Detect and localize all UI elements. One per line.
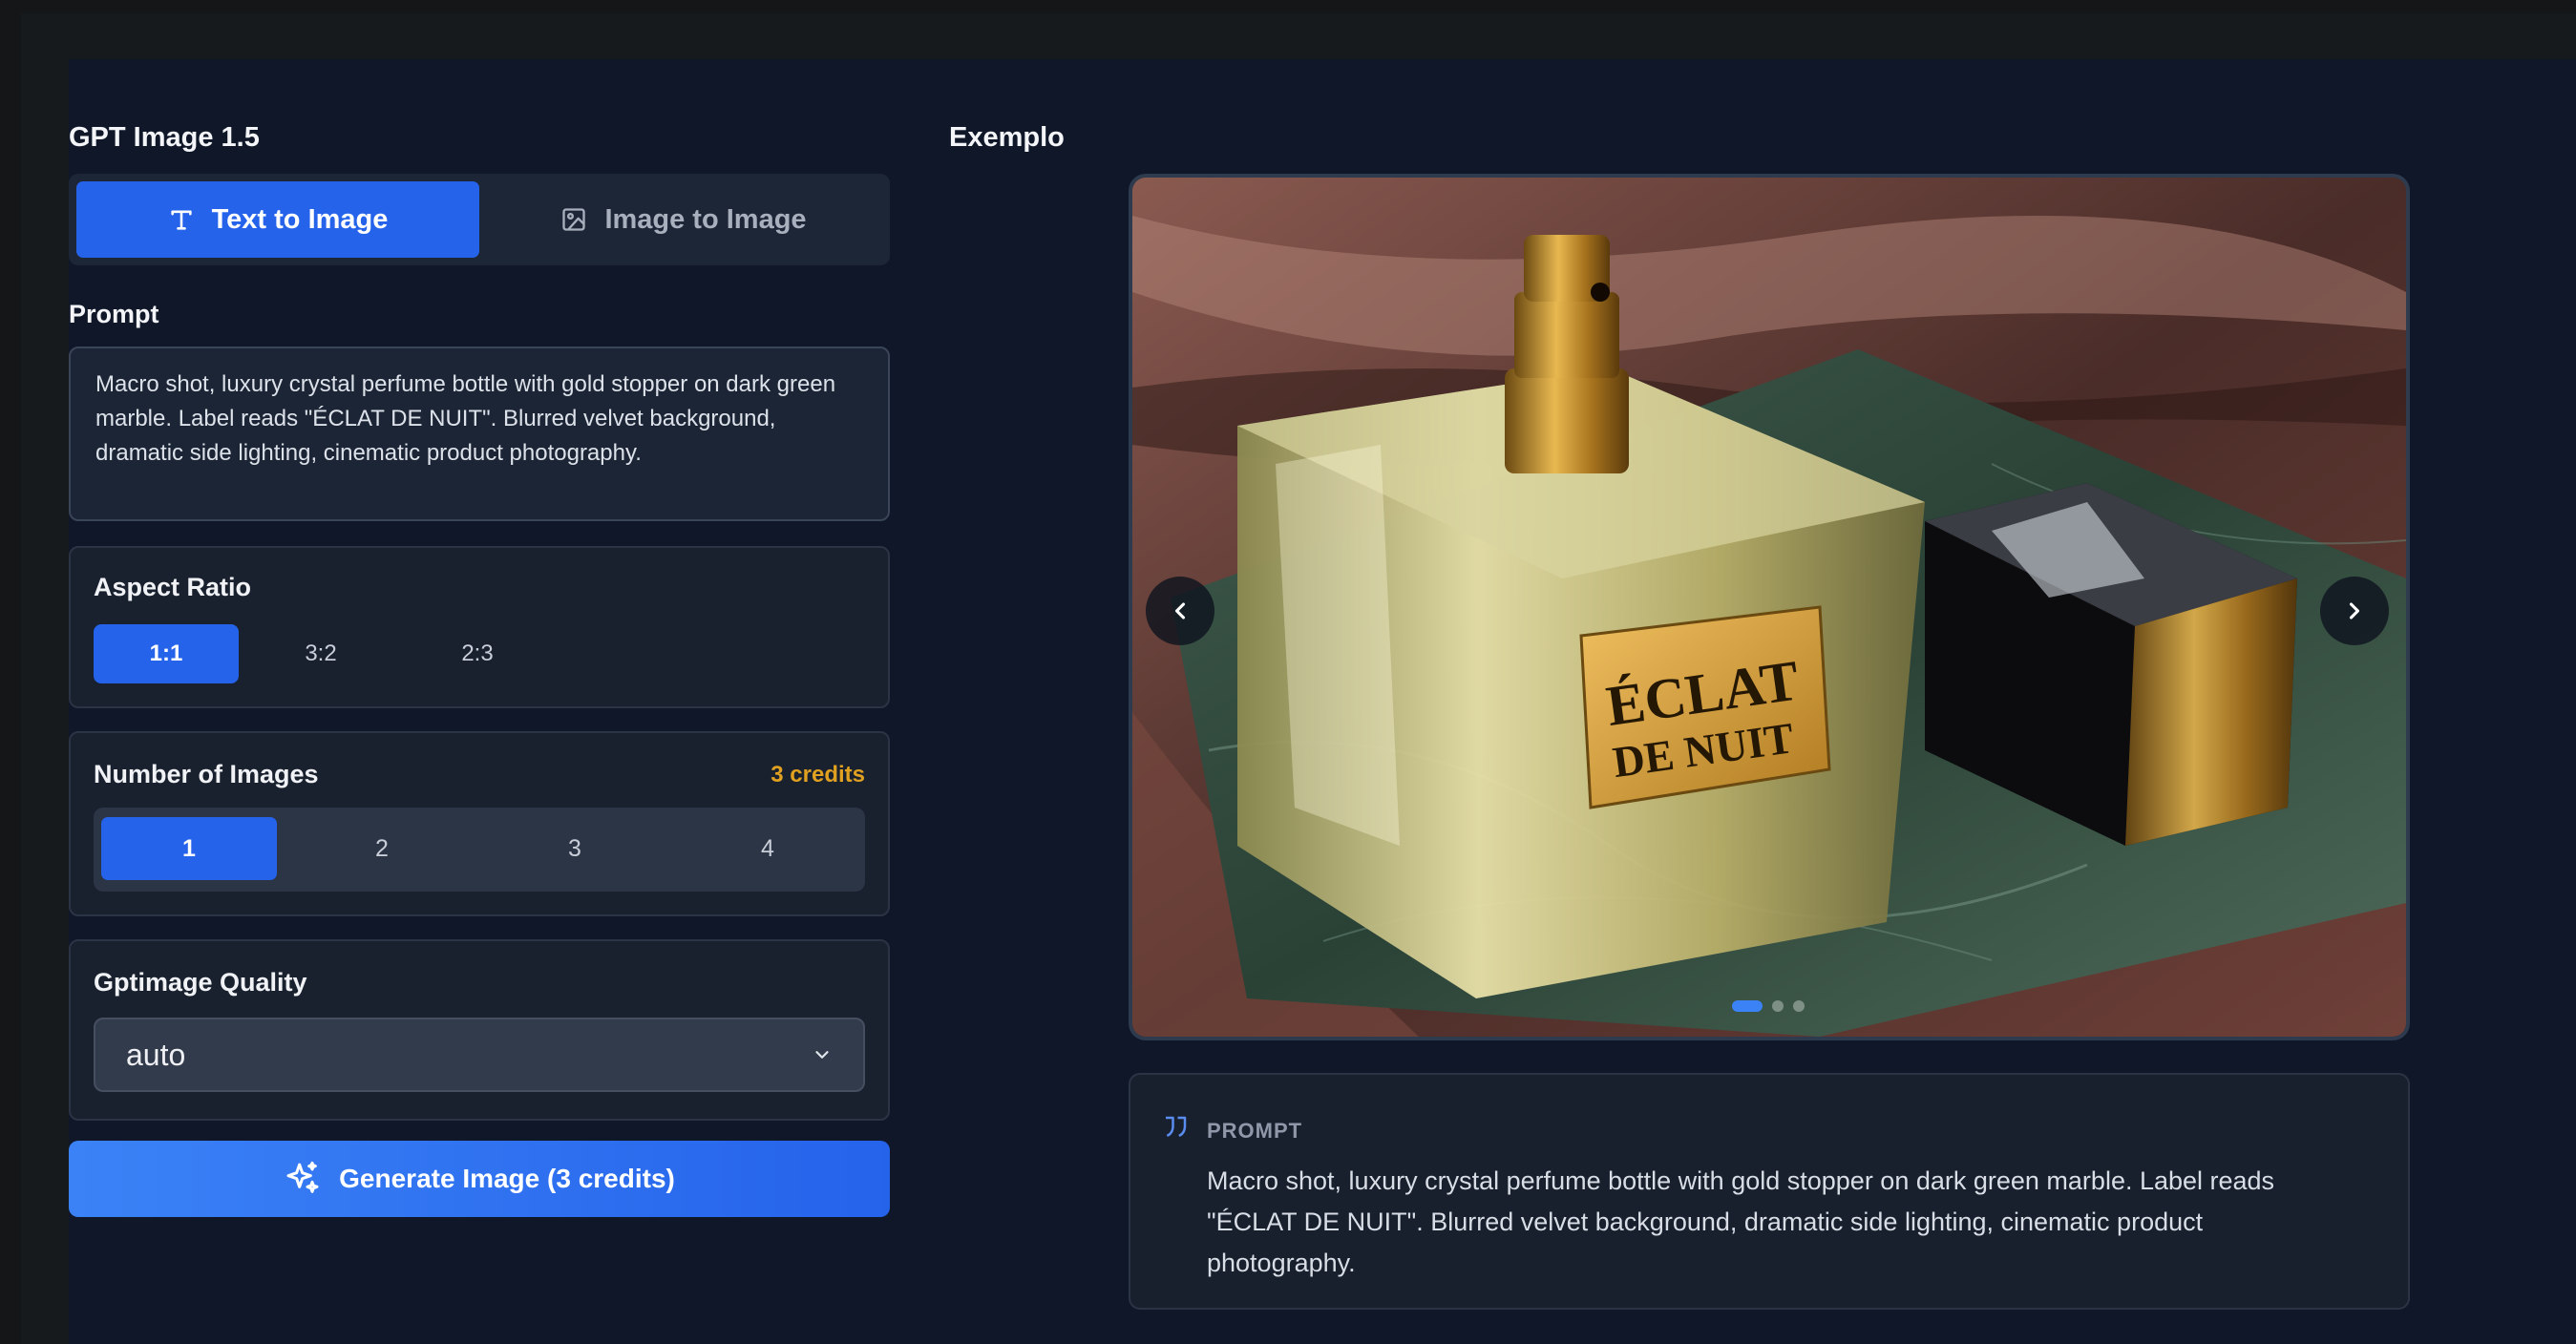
tab-label: Image to Image xyxy=(604,203,807,235)
num-option-4[interactable]: 4 xyxy=(680,817,855,880)
prompt-label: Prompt xyxy=(69,300,159,328)
tab-label: Text to Image xyxy=(211,203,389,235)
aspect-ratio-card: Aspect Ratio 1:1 3:2 2:3 xyxy=(69,546,890,708)
example-prompt-card: PROMPT Macro shot, luxury crystal perfum… xyxy=(1129,1073,2410,1310)
mode-tabs: Text to Image Image to Image xyxy=(69,174,890,265)
chevron-left-icon xyxy=(1174,602,1186,620)
prompt-input[interactable]: Macro shot, luxury crystal perfume bottl… xyxy=(69,346,890,521)
example-image-carousel: ÉCLAT DE NUIT xyxy=(1129,174,2410,1040)
num-images-selector: 1 2 3 4 xyxy=(94,808,865,892)
app-content: GPT Image 1.5 Text to Image Image to Ima… xyxy=(69,59,2576,1344)
example-title: Exemplo xyxy=(949,122,1065,153)
tab-text-to-image[interactable]: Text to Image xyxy=(76,181,479,258)
carousel-dot[interactable] xyxy=(1772,1000,1784,1012)
num-option-3[interactable]: 3 xyxy=(487,817,663,880)
example-prompt-text: Macro shot, luxury crystal perfume bottl… xyxy=(1207,1166,2275,1277)
ratio-option-2-3[interactable]: 2:3 xyxy=(405,624,550,683)
image-icon xyxy=(562,208,586,231)
quality-label: Gptimage Quality xyxy=(94,968,307,997)
quote-icon xyxy=(1166,1116,1187,1137)
num-option-1[interactable]: 1 xyxy=(101,817,277,880)
carousel-dots xyxy=(1732,1000,1805,1012)
ratio-option-1-1[interactable]: 1:1 xyxy=(94,624,239,683)
carousel-dot[interactable] xyxy=(1793,1000,1805,1012)
ratio-option-3-2[interactable]: 3:2 xyxy=(248,624,393,683)
tab-image-to-image[interactable]: Image to Image xyxy=(485,181,882,258)
text-icon xyxy=(170,210,192,230)
generate-label: Generate Image (3 credits) xyxy=(339,1164,675,1193)
carousel-next-button[interactable] xyxy=(2320,577,2389,645)
num-images-card: Number of Images 3 credits 1 2 3 4 xyxy=(69,731,890,916)
credits-badge: 3 credits xyxy=(771,762,865,788)
example-image: ÉCLAT DE NUIT xyxy=(1132,178,2406,1037)
carousel-dot[interactable] xyxy=(1732,1000,1763,1012)
chevron-right-icon xyxy=(2349,602,2360,620)
num-images-label: Number of Images xyxy=(94,760,319,788)
quality-card: Gptimage Quality auto xyxy=(69,939,890,1121)
quality-select[interactable]: auto xyxy=(94,1018,865,1092)
generate-button[interactable]: Generate Image (3 credits) xyxy=(69,1141,890,1217)
carousel-prev-button[interactable] xyxy=(1146,577,1214,645)
chevron-down-icon xyxy=(815,1051,829,1059)
quality-value: auto xyxy=(126,1037,186,1072)
panel-title: GPT Image 1.5 xyxy=(69,122,260,153)
num-option-2[interactable]: 2 xyxy=(294,817,470,880)
aspect-ratio-label: Aspect Ratio xyxy=(94,573,252,601)
sparkles-icon xyxy=(286,1161,319,1193)
example-prompt-heading: PROMPT xyxy=(1207,1119,1303,1143)
